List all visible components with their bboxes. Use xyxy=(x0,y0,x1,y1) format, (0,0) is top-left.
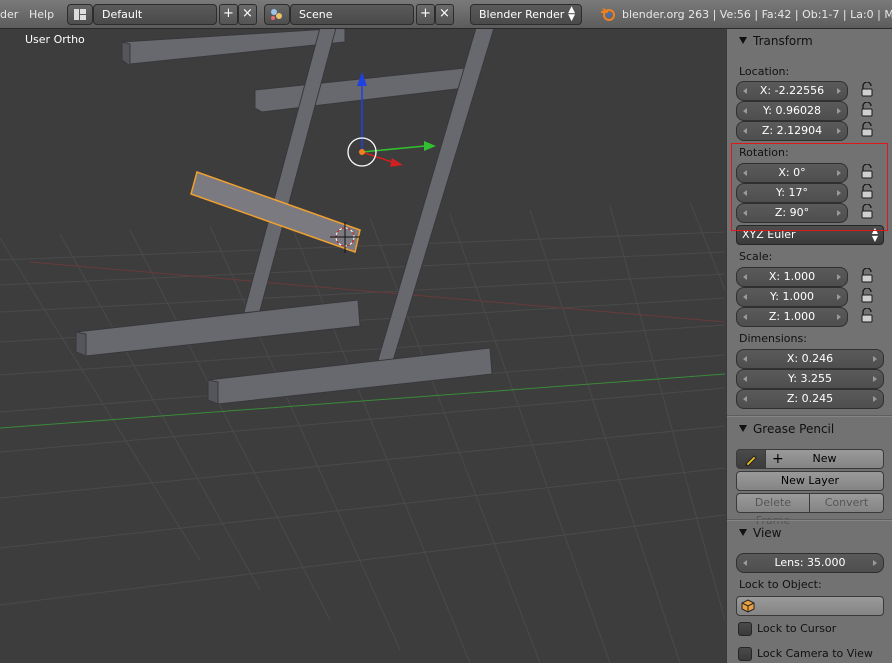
x-axis-line xyxy=(29,261,725,323)
new-label: New xyxy=(812,452,837,465)
add-screen-button[interactable]: + xyxy=(219,4,238,25)
lock-scale-z-icon[interactable] xyxy=(859,307,875,324)
grid-floor xyxy=(0,201,725,663)
lock-location-z-icon[interactable] xyxy=(859,121,875,138)
dimensions-x-field[interactable]: X: 0.246 xyxy=(736,349,884,369)
view-mode-label: User Ortho xyxy=(25,33,85,46)
lock-to-object-label: Lock to Object: xyxy=(739,578,822,591)
lock-location-y-icon[interactable] xyxy=(859,101,875,118)
help-menu[interactable]: Help xyxy=(29,8,54,21)
lock-location-x-icon[interactable] xyxy=(859,81,875,98)
dimensions-y-field[interactable]: Y: 3.255 xyxy=(736,369,884,389)
add-scene-button[interactable]: + xyxy=(416,4,435,25)
lock-camera-to-view-checkbox[interactable] xyxy=(738,647,752,661)
lock-scale-y-icon[interactable] xyxy=(859,287,875,304)
lock-to-cursor-checkbox[interactable] xyxy=(738,622,752,636)
lens-field[interactable]: Lens: 35.000 xyxy=(736,553,884,573)
object-cube-icon xyxy=(741,599,755,613)
properties-sidebar: Transform Location: X: -2.22556 Y: 0.960… xyxy=(726,29,892,663)
collapse-triangle-icon xyxy=(739,529,747,536)
render-menu[interactable]: der xyxy=(0,8,18,21)
remove-screen-button[interactable]: × xyxy=(238,4,257,25)
screen-layout-name: Default xyxy=(102,8,143,21)
new-grease-pencil-button[interactable]: + New xyxy=(765,449,884,469)
lock-camera-to-view-label: Lock Camera to View xyxy=(757,647,873,660)
scene-name: Scene xyxy=(299,8,333,21)
view-panel-header[interactable]: View xyxy=(739,526,781,540)
dimensions-z-field[interactable]: Z: 0.245 xyxy=(736,389,884,409)
convert-button[interactable]: Convert xyxy=(809,493,884,513)
scene-field[interactable]: Scene xyxy=(290,4,414,25)
new-layer-button[interactable]: New Layer xyxy=(736,471,884,491)
render-engine-dropdown[interactable]: Blender Render ▲ ▼ xyxy=(470,4,582,25)
render-engine-name: Blender Render xyxy=(479,8,565,21)
screen-layout-field[interactable]: Default xyxy=(93,4,217,25)
screen-layout-icon[interactable] xyxy=(67,4,93,25)
scene-info: blender.org 263 | Ve:56 | Fa:42 | Ob:1-7… xyxy=(622,8,892,21)
collapse-triangle-icon xyxy=(739,425,747,432)
grease-pencil-panel-header[interactable]: Grease Pencil xyxy=(739,422,834,436)
3d-viewport[interactable]: User Ortho xyxy=(0,29,725,663)
rotation-highlight-box xyxy=(731,143,888,231)
panel-divider xyxy=(727,415,892,417)
grease-pencil-title: Grease Pencil xyxy=(753,422,835,436)
plus-icon: + xyxy=(772,451,784,467)
pencil-icon[interactable] xyxy=(736,449,766,469)
lock-to-object-field[interactable] xyxy=(736,596,884,616)
blender-logo-icon xyxy=(600,6,616,25)
updown-icon: ▲ ▼ xyxy=(568,5,575,23)
remove-scene-button[interactable]: × xyxy=(435,4,454,25)
dimensions-label: Dimensions: xyxy=(739,332,807,345)
delete-frame-button[interactable]: Delete Frame xyxy=(736,493,810,527)
scene-icon[interactable] xyxy=(264,4,290,25)
panel-divider xyxy=(727,519,892,521)
top-header: der Help Default + × Scene + × Blender R… xyxy=(0,0,892,29)
view-title: View xyxy=(753,526,782,540)
viewport-scene[interactable] xyxy=(0,29,725,663)
lock-scale-x-icon[interactable] xyxy=(859,267,875,284)
lock-to-cursor-label: Lock to Cursor xyxy=(757,622,837,635)
